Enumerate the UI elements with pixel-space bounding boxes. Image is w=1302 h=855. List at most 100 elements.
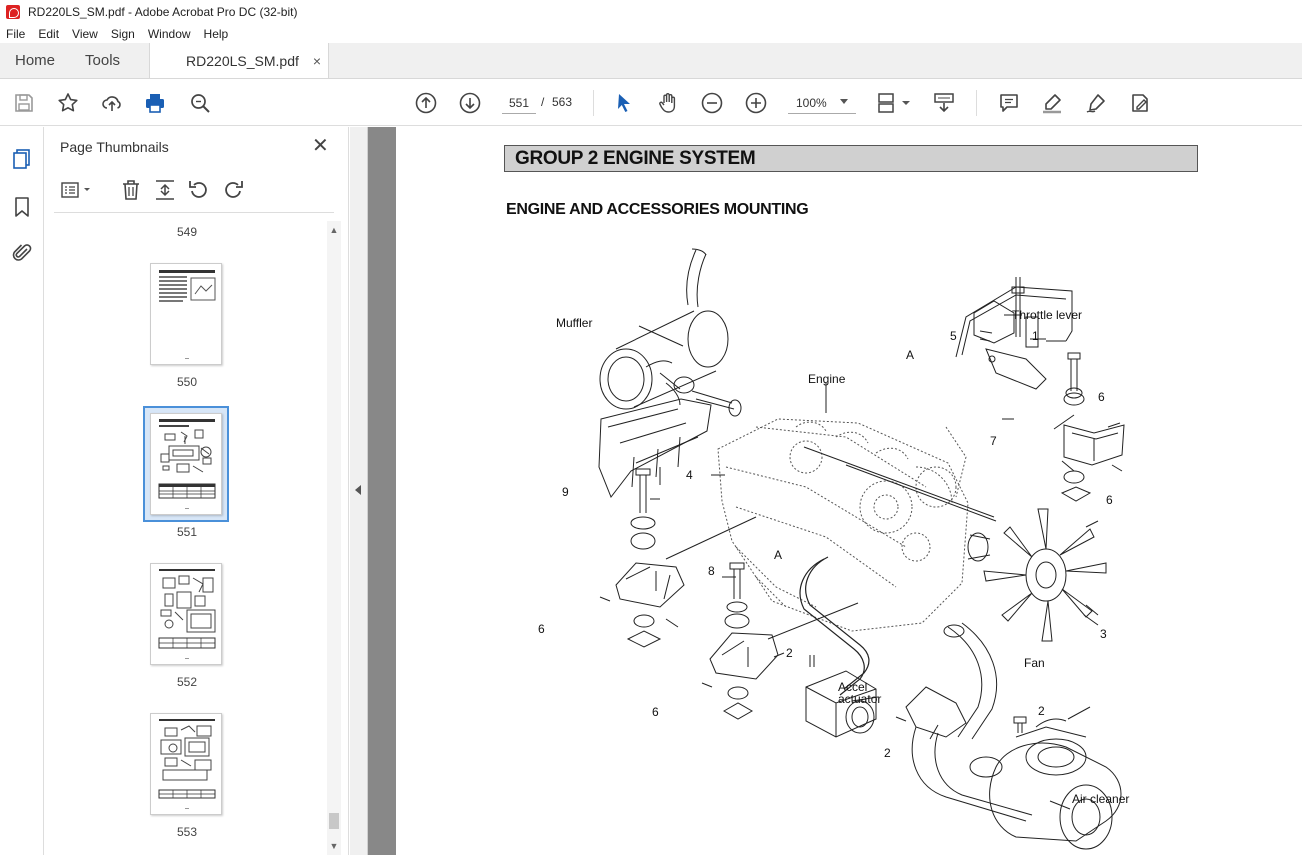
left-mount-drawing (599, 468, 757, 648)
callout-fan: Fan (1024, 656, 1045, 670)
muffler-drawing (598, 248, 742, 499)
callout-engine: Engine (808, 372, 846, 386)
throttle-lever-drawing (955, 277, 1073, 390)
callout-number-6: 6 (652, 705, 659, 719)
share-upload-icon[interactable] (100, 91, 124, 115)
menu-edit[interactable]: Edit (38, 27, 59, 41)
extract-pages-icon[interactable] (152, 177, 178, 203)
callout-number-8: 8 (708, 564, 715, 578)
page-thumbnails-icon[interactable] (10, 147, 34, 171)
scroll-up-arrow-icon[interactable]: ▲ (329, 225, 339, 235)
menu-sign[interactable]: Sign (111, 27, 135, 41)
tab-home[interactable]: Home (0, 43, 70, 78)
thumbnails-scrollbar[interactable]: ▲ ▼ (327, 221, 341, 855)
panel-close-button[interactable]: ✕ (312, 136, 329, 156)
callout-air-cleaner: Air cleaner (1072, 792, 1129, 806)
right-mount-drawing (1060, 352, 1125, 502)
tab-close-button[interactable]: × (313, 53, 321, 69)
collapse-panel-arrow-icon[interactable] (355, 485, 361, 495)
thumbnails-list: 549 550 551 552 553 (44, 215, 342, 855)
tab-bar: Home Tools RD220LS_SM.pdf × (0, 43, 1302, 79)
callout-number-2: 2 (884, 746, 891, 760)
select-cursor-icon[interactable] (612, 91, 636, 115)
fan-drawing (983, 508, 1107, 642)
thumbnail-page-551[interactable] (150, 413, 222, 515)
engine-drawing (717, 418, 969, 632)
callout-number-9: 9 (562, 485, 569, 499)
callout-number-5: 5 (950, 329, 957, 343)
next-page-icon[interactable] (458, 91, 482, 115)
document-view: GROUP 2 ENGINE SYSTEM ENGINE AND ACCESSO… (350, 127, 1302, 855)
thumbnail-page-550[interactable] (150, 263, 222, 365)
page-number-input[interactable]: 551 (502, 92, 536, 114)
page-display-icon[interactable] (876, 91, 912, 115)
menu-file[interactable]: File (6, 27, 25, 41)
highlight-pen-icon[interactable] (1040, 91, 1064, 115)
air-cleaner-drawing (989, 716, 1122, 850)
callout-number-3: 3 (1100, 627, 1107, 641)
print-icon[interactable] (143, 91, 167, 115)
thumbnail-label: 553 (176, 825, 198, 839)
page-total: 563 (552, 95, 573, 109)
scrollbar-thumb[interactable] (329, 813, 339, 829)
draw-sign-icon[interactable] (1084, 91, 1108, 115)
panel-title: Page Thumbnails (60, 139, 169, 155)
menu-help[interactable]: Help (204, 27, 229, 41)
thumbnail-label: 549 (176, 225, 198, 239)
bookmark-star-icon[interactable] (56, 91, 80, 115)
fill-sign-icon[interactable] (1128, 91, 1152, 115)
air-intake-pipe-drawing (895, 622, 1033, 822)
callout-number-6: 6 (538, 622, 545, 636)
engine-mounting-diagram: Muffler Throttle lever Engine Fan Accel … (538, 248, 1129, 850)
thumbnail-label: 552 (176, 675, 198, 689)
callout-number-6: 6 (1098, 390, 1105, 404)
callout-throttle-lever: Throttle lever (1012, 308, 1082, 322)
toolbar-divider (976, 90, 977, 116)
middle-mount-drawing (701, 562, 859, 720)
thumbnail-page-552[interactable] (150, 563, 222, 665)
main-toolbar: 551 / 563 100% (0, 80, 1302, 126)
thumbnail-options-icon[interactable] (58, 177, 94, 203)
pdf-page: GROUP 2 ENGINE SYSTEM ENGINE AND ACCESSO… (396, 127, 1302, 855)
zoom-dropdown-caret-icon[interactable] (840, 99, 848, 104)
callout-number-2: 2 (786, 646, 793, 660)
hand-tool-icon[interactable] (656, 91, 680, 115)
save-icon[interactable] (12, 91, 36, 115)
thumbnail-label: 550 (176, 375, 198, 389)
page-separator: / (541, 95, 545, 109)
zoom-search-icon[interactable] (188, 91, 212, 115)
callout-number-4: 4 (686, 468, 693, 482)
rotate-clockwise-icon[interactable] (220, 177, 246, 203)
tab-document[interactable]: RD220LS_SM.pdf × (149, 43, 330, 78)
toolbar-divider (593, 90, 594, 116)
callout-muffler: Muffler (556, 316, 592, 330)
callout-letter-a: A (906, 348, 914, 362)
scroll-down-arrow-icon[interactable]: ▼ (329, 841, 339, 851)
menu-view[interactable]: View (72, 27, 98, 41)
thumbnail-label: 551 (176, 525, 198, 539)
document-background (368, 127, 396, 855)
attachments-paperclip-icon[interactable] (10, 241, 34, 265)
menu-window[interactable]: Window (148, 27, 191, 41)
bookmarks-icon[interactable] (10, 195, 34, 219)
left-navigation-rail (0, 127, 44, 855)
previous-page-icon[interactable] (414, 91, 438, 115)
scroll-mode-icon[interactable] (932, 91, 956, 115)
title-bar: RD220LS_SM.pdf - Adobe Acrobat Pro DC (3… (0, 0, 1302, 24)
panel-collapse-strip[interactable] (350, 127, 368, 855)
thumbnails-toolbar (54, 169, 334, 213)
thumbnail-page-553[interactable] (150, 713, 222, 815)
menu-bar: File Edit View Sign Window Help (0, 24, 1302, 43)
callout-number-7: 7 (990, 434, 997, 448)
zoom-in-icon[interactable] (744, 91, 768, 115)
comment-icon[interactable] (997, 91, 1021, 115)
callout-letter-a: A (774, 548, 782, 562)
delete-page-icon[interactable] (118, 177, 144, 203)
rotate-counterclockwise-icon[interactable] (186, 177, 212, 203)
callout-accel-actuator-line2: actuator (838, 692, 881, 706)
tab-document-label: RD220LS_SM.pdf (186, 52, 299, 69)
tab-tools[interactable]: Tools (70, 43, 135, 78)
zoom-out-icon[interactable] (700, 91, 724, 115)
callout-number-1: 1 (1032, 329, 1039, 343)
acrobat-logo-icon (6, 5, 20, 19)
